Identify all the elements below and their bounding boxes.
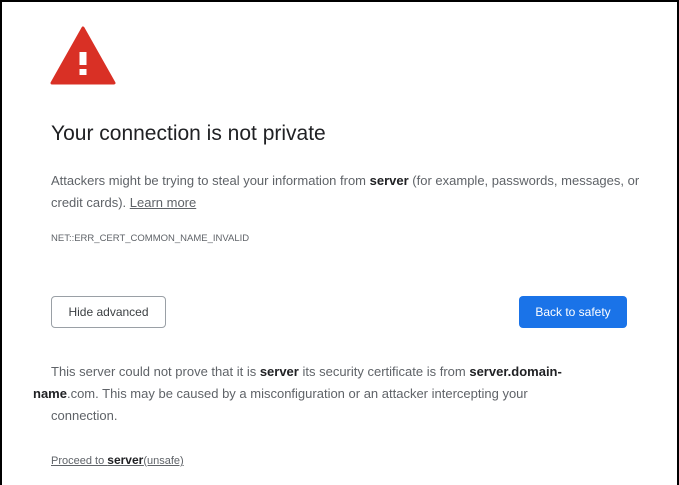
details-host-name: server [259,364,299,379]
learn-more-link[interactable]: Learn more [130,195,196,210]
back-to-safety-button[interactable]: Back to safety [519,296,627,328]
host-name: server [369,173,409,188]
cert-host-name: server.domain- [469,364,562,379]
proceed-unsafe-link[interactable]: Proceed to server(unsafe) [51,453,184,467]
error-code: NET::ERR_CERT_COMMON_NAME_INVALID [51,233,250,244]
advanced-details: This server could not prove that it is s… [33,364,562,423]
warning-triangle-icon [50,26,116,85]
hide-advanced-button[interactable]: Hide advanced [51,296,166,328]
error-description: Attackers might be trying to steal your … [51,173,640,210]
cert-host-name-cont: name [33,386,67,401]
page-title: Your connection is not private [51,122,326,145]
